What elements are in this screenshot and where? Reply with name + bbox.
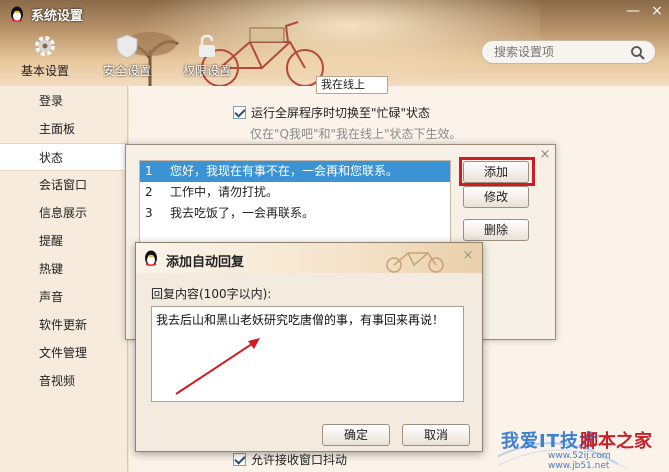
fullscreen-busy-label: 运行全屏程序时切换至"忙碌"状态 xyxy=(251,106,431,120)
close-icon[interactable]: × xyxy=(461,249,475,263)
fullscreen-busy-hint: 仅在"Q我吧"和"我在线上"状态下生效。 xyxy=(250,127,462,141)
reply-text: 您好，我现在有事不在，一会再和您联系。 xyxy=(170,164,399,178)
tab-security-settings[interactable]: 安全设置 xyxy=(92,30,162,84)
sidebar-item-software-update[interactable]: 软件更新 xyxy=(0,311,127,339)
minimize-button[interactable]: — xyxy=(622,2,644,20)
sidebar-item-status[interactable]: 状态 xyxy=(0,143,127,171)
close-button[interactable]: × xyxy=(646,2,668,20)
sidebar-item-info-display[interactable]: 信息展示 xyxy=(0,199,127,227)
reply-text: 工作中，请勿打扰。 xyxy=(170,185,279,199)
reply-content-label: 回复内容(100字以内): xyxy=(151,287,272,301)
reply-number: 3 xyxy=(145,206,153,220)
watermark-text-red: 脚本之家 xyxy=(580,431,652,452)
search-box[interactable] xyxy=(481,40,656,64)
lock-icon xyxy=(199,34,215,57)
status-dropdown[interactable]: 我在线上 xyxy=(316,76,388,94)
delete-reply-button[interactable]: 删除 xyxy=(463,219,529,241)
allow-shake-option[interactable]: 允许接收窗口抖动 xyxy=(233,451,347,468)
ok-button[interactable]: 确定 xyxy=(322,424,390,446)
qq-penguin-icon xyxy=(11,6,23,22)
watermark-url: www.52ij.com www.jb51.net xyxy=(548,451,611,471)
sidebar-item-chat-window[interactable]: 会话窗口 xyxy=(0,171,127,199)
dialog-header: 添加自动回复 × xyxy=(136,243,482,273)
sidebar-item-main-panel[interactable]: 主面板 xyxy=(0,115,127,143)
allow-shake-label: 允许接收窗口抖动 xyxy=(251,453,348,467)
edit-reply-button[interactable]: 修改 xyxy=(463,186,529,208)
qq-penguin-icon xyxy=(145,250,157,266)
list-item[interactable]: 3 我去吃饭了，一会再联系。 xyxy=(140,203,450,224)
list-item[interactable]: 2 工作中，请勿打扰。 xyxy=(140,182,450,203)
fullscreen-busy-checkbox[interactable] xyxy=(233,106,246,119)
shield-icon xyxy=(116,34,138,59)
highlight-box xyxy=(459,157,535,186)
tab-label: 安全设置 xyxy=(102,64,151,78)
tab-basic-settings[interactable]: 基本设置 xyxy=(10,30,80,84)
tab-label: 权限设置 xyxy=(182,64,231,78)
cancel-button[interactable]: 取消 xyxy=(402,424,470,446)
search-icon[interactable] xyxy=(630,45,646,61)
tab-permission-settings[interactable]: 权限设置 xyxy=(172,30,242,84)
reply-number: 1 xyxy=(145,164,153,178)
sidebar-item-login[interactable]: 登录 xyxy=(0,87,127,115)
tab-label: 基本设置 xyxy=(20,64,69,78)
reply-number: 2 xyxy=(145,185,153,199)
sidebar: 登录 主面板 状态 会话窗口 信息展示 提醒 热键 声音 软件更新 文件管理 音… xyxy=(0,86,128,472)
title-bar: 系统设置 — × xyxy=(0,0,669,28)
sidebar-item-sound[interactable]: 声音 xyxy=(0,283,127,311)
gear-icon xyxy=(35,36,55,56)
sidebar-item-audio-video[interactable]: 音视频 xyxy=(0,367,127,395)
sidebar-item-hotkeys[interactable]: 热键 xyxy=(0,255,127,283)
list-item[interactable]: 1 您好，我现在有事不在，一会再和您联系。 xyxy=(140,161,450,182)
fullscreen-busy-option[interactable]: 运行全屏程序时切换至"忙碌"状态 xyxy=(233,104,430,120)
dialog-title: 添加自动回复 xyxy=(166,255,245,270)
sidebar-item-file-management[interactable]: 文件管理 xyxy=(0,339,127,367)
window-title: 系统设置 xyxy=(31,9,84,24)
reply-text: 我去吃饭了，一会再联系。 xyxy=(170,206,315,220)
sidebar-item-reminder[interactable]: 提醒 xyxy=(0,227,127,255)
annotation-arrow xyxy=(175,338,260,395)
close-icon[interactable]: × xyxy=(538,148,552,162)
bicycle-illustration xyxy=(386,252,444,273)
allow-shake-checkbox[interactable] xyxy=(233,453,246,466)
search-input[interactable] xyxy=(494,44,634,60)
